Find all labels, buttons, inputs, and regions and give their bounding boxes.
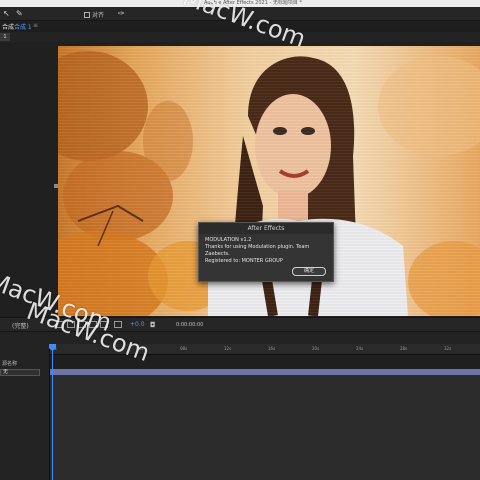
ok-button[interactable]: 确定	[292, 267, 326, 276]
panel-menu-icon[interactable]: ≡	[33, 22, 38, 29]
parent-dropdown-value: 无	[3, 369, 9, 375]
dialog-line-thanks: Thanks for using Modulation plugin. Team…	[205, 244, 310, 257]
ruler-tick: 32s	[444, 346, 452, 351]
comp-chip[interactable]: 1	[0, 33, 10, 41]
exposure-value[interactable]: +0.0	[130, 321, 145, 328]
ruler-tick: 28s	[400, 346, 408, 351]
current-timecode[interactable]: 0:00:00:00	[176, 322, 203, 328]
timeline-panel: 源名称 无 0s 04s 08s 12s 16s 20s 24s 28s 32s	[0, 332, 480, 480]
selection-tool-icon[interactable]: ↖	[3, 9, 10, 18]
ruler-tick: 20s	[312, 346, 320, 351]
tab-comp-1[interactable]: 合成 1	[14, 22, 32, 31]
composition-subbar: 1	[0, 32, 480, 42]
parent-dropdown[interactable]: 无	[0, 369, 40, 376]
dialog-line-registered: Registered to: MONTER GROUP	[205, 258, 283, 264]
dialog-title: After Effects	[199, 223, 333, 234]
snap-checkbox[interactable]	[84, 11, 90, 18]
pin-tool-icon[interactable]: ✎	[16, 9, 23, 18]
ruler-tick: 16s	[268, 346, 276, 351]
viewer-anchor-handle[interactable]	[54, 184, 58, 188]
snap-label: 对齐	[92, 12, 105, 19]
panel-tab-composition[interactable]: 合成	[2, 22, 14, 31]
ruler-tick: 24s	[356, 346, 364, 351]
layer-tracks[interactable]	[50, 375, 480, 480]
ruler-tick: 08s	[180, 346, 188, 351]
source-name-header: 源名称	[2, 361, 18, 367]
snap-toggle[interactable]: 对齐	[84, 10, 104, 19]
playhead-line[interactable]	[52, 344, 53, 480]
pen-tool-icon[interactable]: ✑	[118, 9, 125, 18]
layer-list: 源名称 无	[0, 344, 50, 480]
ruler-tick: 12s	[224, 346, 232, 351]
after-effects-dialog: After Effects MODULATION v1.2 Thanks for…	[198, 222, 334, 282]
dialog-body: MODULATION v1.2 Thanks for using Modulat…	[199, 234, 333, 265]
snapshot-camera-icon[interactable]: ◘	[150, 321, 156, 329]
dialog-line-product: MODULATION v1.2	[205, 237, 252, 243]
